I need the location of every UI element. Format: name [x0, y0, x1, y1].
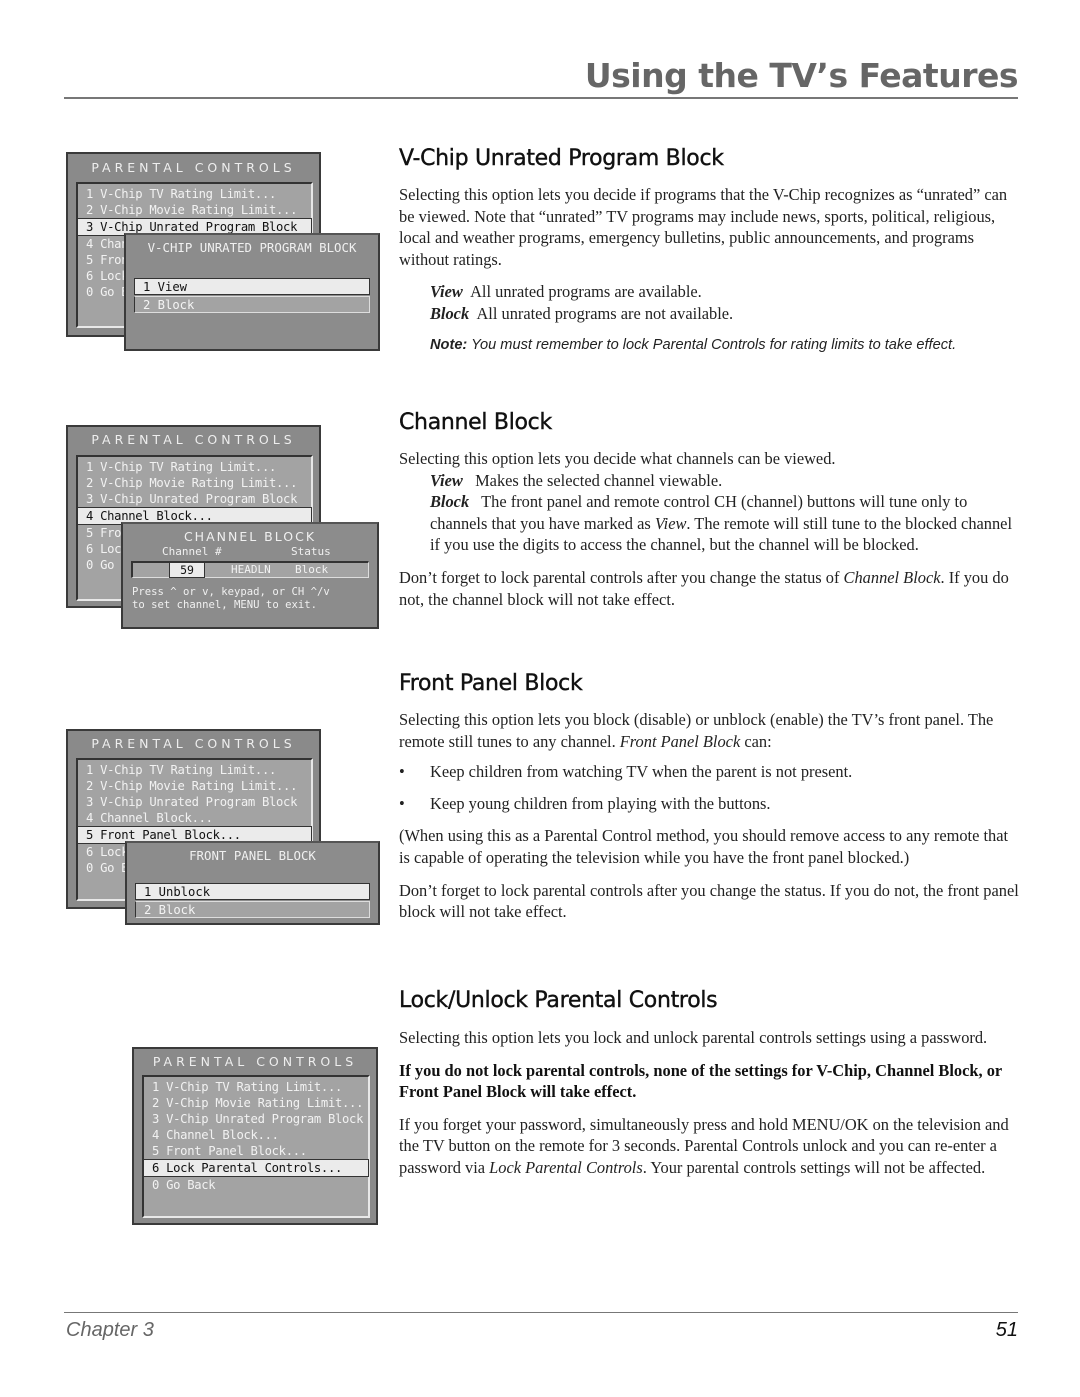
- bullet-item: • Keep young children from playing with t…: [399, 793, 1019, 815]
- section-vchip: Selecting this option lets you decide if…: [399, 184, 1019, 355]
- menu-title: PARENTAL CONTROLS: [152, 1054, 358, 1069]
- channel-view-def: View Makes the selected channel viewable…: [399, 470, 1019, 492]
- lock-warning: If you do not lock parental controls, no…: [399, 1060, 1002, 1102]
- menu-title: PARENTAL CONTROLS: [91, 160, 296, 175]
- note-text: You must remember to lock Parental Contr…: [471, 336, 957, 353]
- note-label: Note:: [430, 336, 468, 353]
- bullet-item: • Keep children from watching TV when the…: [399, 761, 1019, 783]
- station-name: HEADLN: [231, 563, 271, 576]
- reminder-text: Don’t forget to lock parental controls a…: [399, 567, 844, 587]
- menu-item[interactable]: 1 V-Chip TV Rating Limit...: [78, 459, 311, 475]
- option-block[interactable]: 2 Block: [134, 296, 370, 313]
- help-text-line1: Press ^ or v, keypad, or CH ^/v: [132, 586, 330, 598]
- section-heading-lock: Lock/Unlock Parental Controls: [399, 988, 718, 1013]
- menu-item[interactable]: 3 V-Chip Unrated Program Block: [144, 1111, 368, 1127]
- bullet-icon: •: [399, 793, 405, 813]
- section-channel: Selecting this option lets you decide wh…: [399, 448, 1019, 610]
- reminder-em: Channel Block: [843, 567, 941, 587]
- menu-item[interactable]: 2 V-Chip Movie Rating Limit...: [78, 778, 311, 794]
- menu-item[interactable]: 2 V-Chip Movie Rating Limit...: [78, 475, 311, 491]
- option-block[interactable]: 2 Block: [135, 901, 370, 918]
- term-block: Block: [430, 303, 470, 323]
- view-description: All unrated programs are available.: [470, 282, 702, 302]
- section-front-panel: Selecting this option lets you block (di…: [399, 709, 1019, 923]
- footer-rule: [64, 1312, 1018, 1313]
- menu-item[interactable]: 4 Channel Block...: [78, 810, 311, 826]
- section-heading-channel: Channel Block: [399, 410, 553, 435]
- section-heading-front-panel: Front Panel Block: [399, 671, 583, 696]
- vchip-note: Note: You must remember to lock Parental…: [399, 335, 1019, 355]
- menu-item[interactable]: 1 V-Chip TV Rating Limit...: [78, 762, 311, 778]
- tv-screen-lock: PARENTAL CONTROLS 1 V-Chip TV Rating Lim…: [132, 1047, 378, 1225]
- channel-status[interactable]: Block: [295, 563, 328, 577]
- menu-title: PARENTAL CONTROLS: [91, 736, 296, 751]
- popup-title: FRONT PANEL BLOCK: [189, 848, 316, 863]
- menu-item[interactable]: 3 V-Chip Unrated Program Block: [78, 491, 311, 507]
- page-number: 51: [995, 1319, 1018, 1341]
- forgot-em: Lock Parental Controls: [489, 1157, 643, 1177]
- bullet-text: Keep young children from playing with th…: [430, 793, 771, 813]
- menu-item[interactable]: 2 V-Chip Movie Rating Limit...: [78, 202, 311, 218]
- channel-block-def: Block The front panel and remote control…: [399, 491, 1019, 556]
- intro-em: Front Panel Block: [619, 731, 741, 751]
- menu-title: PARENTAL CONTROLS: [91, 432, 296, 447]
- popup-title: V-CHIP UNRATED PROGRAM BLOCK: [147, 240, 357, 255]
- term-view: View: [430, 470, 463, 490]
- vchip-intro: Selecting this option lets you decide if…: [399, 185, 1008, 269]
- front-paren-note: (When using this as a Parental Control m…: [399, 826, 1009, 867]
- channel-row: 59 HEADLN Block: [131, 561, 369, 578]
- menu-item[interactable]: 1 V-Chip TV Rating Limit...: [144, 1079, 368, 1095]
- intro-cont: can:: [740, 731, 772, 751]
- menu-item-selected[interactable]: 6 Lock Parental Controls...: [143, 1159, 369, 1177]
- channel-block-popup: CHANNEL BLOCK Channel # Status 59 HEADLN…: [121, 522, 379, 629]
- status-column-label: Status: [291, 545, 331, 558]
- section-lock: Selecting this option lets you lock and …: [399, 1027, 1019, 1179]
- lock-intro: Selecting this option lets you lock and …: [399, 1028, 988, 1047]
- block-description-em: View: [654, 513, 687, 533]
- menu-item[interactable]: 1 V-Chip TV Rating Limit...: [78, 186, 311, 202]
- bullet-text: Keep children from watching TV when the …: [430, 762, 853, 782]
- menu-item[interactable]: 3 V-Chip Unrated Program Block: [78, 794, 311, 810]
- chapter-label: Chapter 3: [66, 1319, 154, 1341]
- vchip-unrated-popup: V-CHIP UNRATED PROGRAM BLOCK 1 View 2 Bl…: [124, 233, 380, 351]
- help-text-line2: to set channel, MENU to exit.: [132, 599, 317, 611]
- block-description: All unrated programs are not available.: [476, 303, 734, 323]
- channel-reminder: Don’t forget to lock parental controls a…: [399, 567, 1019, 610]
- vchip-view-def: View All unrated programs are available.: [399, 281, 1019, 303]
- menu-item[interactable]: 0 Go Back: [144, 1177, 368, 1193]
- front-intro: Selecting this option lets you block (di…: [399, 709, 1019, 752]
- front-reminder: Don’t forget to lock parental controls a…: [399, 880, 1019, 922]
- channel-column-label: Channel #: [162, 545, 222, 558]
- channel-intro: Selecting this option lets you decide wh…: [399, 449, 836, 468]
- term-view: View: [430, 282, 463, 302]
- menu-list: 1 V-Chip TV Rating Limit... 2 V-Chip Mov…: [142, 1075, 370, 1218]
- lock-forgot: If you forget your password, simultaneou…: [399, 1114, 1019, 1179]
- term-block: Block: [430, 492, 470, 512]
- section-heading-vchip: V-Chip Unrated Program Block: [399, 146, 724, 171]
- page-title: Using the TV’s Features: [584, 56, 1019, 95]
- forgot-cont: . Your parental controls settings will n…: [642, 1157, 986, 1177]
- menu-item[interactable]: 5 Front Panel Block...: [144, 1143, 368, 1159]
- menu-item[interactable]: 4 Channel Block...: [144, 1127, 368, 1143]
- front-panel-popup: FRONT PANEL BLOCK 1 Unblock 2 Block: [125, 841, 380, 925]
- view-description: Makes the selected channel viewable.: [475, 470, 723, 490]
- option-unblock[interactable]: 1 Unblock: [135, 883, 370, 900]
- menu-item[interactable]: 2 V-Chip Movie Rating Limit...: [144, 1095, 368, 1111]
- channel-number-field[interactable]: 59: [169, 562, 205, 578]
- bullet-icon: •: [399, 762, 405, 782]
- vchip-block-def: Block All unrated programs are not avail…: [399, 303, 1019, 325]
- option-view[interactable]: 1 View: [134, 278, 370, 295]
- header-rule: [64, 97, 1018, 99]
- popup-title: CHANNEL BLOCK: [183, 529, 317, 544]
